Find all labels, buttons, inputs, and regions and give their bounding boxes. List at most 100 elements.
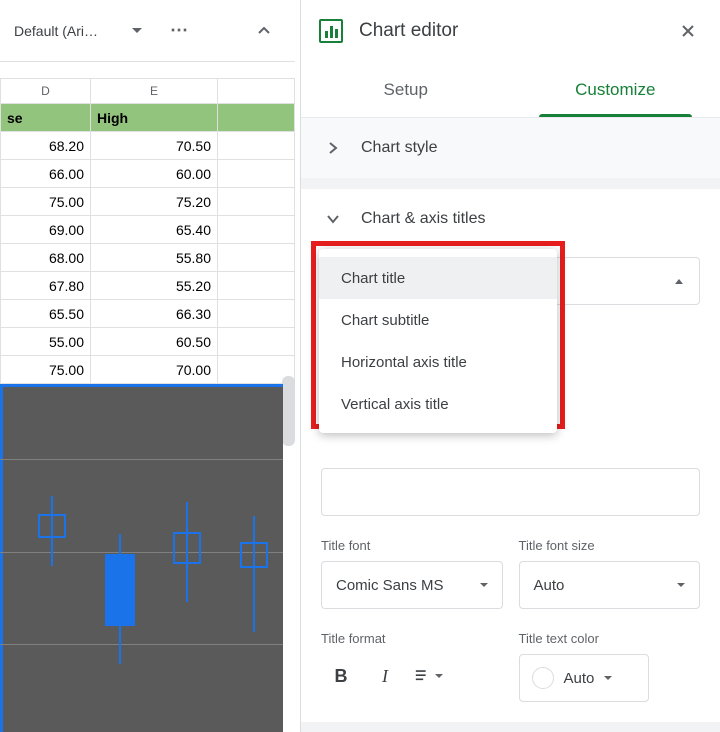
dropdown-caret-icon (480, 583, 488, 587)
chevron-down-icon (323, 212, 343, 226)
cell[interactable] (218, 328, 295, 356)
cell[interactable]: 70.50 (91, 132, 218, 160)
cell[interactable]: se (0, 104, 91, 132)
table-header-row: se High (0, 104, 295, 132)
section-label: Chart & axis titles (361, 210, 485, 228)
tab-setup[interactable]: Setup (301, 62, 511, 117)
section-chart-axis-titles: Chart & axis titles Chart title Chart ti… (301, 189, 720, 723)
candlestick-wick (119, 534, 121, 664)
field-label-title-format: Title format (321, 631, 503, 646)
title-font-size-select[interactable]: Auto (519, 561, 701, 609)
format-align-button[interactable] (409, 654, 449, 698)
candlestick-wick (186, 502, 188, 602)
section-header-chart-style[interactable]: Chart style (301, 118, 720, 178)
table-row: 75.0070.00 (0, 356, 295, 384)
title-font-select[interactable]: Comic Sans MS (321, 561, 503, 609)
column-header[interactable]: D (0, 78, 91, 104)
section-header-chart-axis-titles[interactable]: Chart & axis titles (301, 189, 720, 249)
cell[interactable]: 65.50 (0, 300, 91, 328)
cell[interactable]: 60.00 (91, 160, 218, 188)
table-row: 69.0065.40 (0, 216, 295, 244)
section-chart-style: Chart style (301, 118, 720, 179)
chart-gridline (0, 459, 283, 460)
candlestick-wick (51, 496, 53, 566)
dropdown-caret-icon (435, 674, 443, 678)
embedded-chart[interactable] (0, 384, 283, 732)
format-bold-button[interactable]: B (321, 654, 361, 698)
cell[interactable] (218, 104, 295, 132)
chart-selection-border (0, 384, 283, 387)
toolbar-more-button[interactable]: ⋯ (164, 16, 194, 46)
dropdown-caret-icon (132, 28, 142, 33)
dropdown-option-horizontal-axis-title[interactable]: Horizontal axis title (319, 341, 557, 383)
title-text-color-value: Auto (564, 670, 595, 687)
toolbar-collapse-button[interactable] (249, 16, 279, 46)
field-label-title-font-size: Title font size (519, 538, 701, 553)
cell[interactable] (218, 244, 295, 272)
cell[interactable]: 69.00 (0, 216, 91, 244)
table-row: 75.0075.20 (0, 188, 295, 216)
cell[interactable]: 75.20 (91, 188, 218, 216)
table-row: 67.8055.20 (0, 272, 295, 300)
cell[interactable]: 68.00 (0, 244, 91, 272)
title-font-size-value: Auto (534, 577, 565, 594)
cell[interactable]: 67.80 (0, 272, 91, 300)
color-swatch-icon (532, 667, 554, 689)
chevron-right-icon (323, 142, 343, 154)
cell[interactable]: 75.00 (0, 356, 91, 384)
column-header[interactable] (218, 78, 295, 104)
chart-selection-border (0, 384, 3, 732)
table-row: 68.2070.50 (0, 132, 295, 160)
caret-up-icon (675, 279, 683, 284)
spreadsheet-grid[interactable]: D E se High 68.2070.50 66.0060.00 75.007… (0, 78, 295, 384)
cell[interactable]: 55.20 (91, 272, 218, 300)
font-family-selector[interactable]: Default (Ari… (6, 16, 150, 46)
toolbar: Default (Ari… ⋯ (0, 0, 295, 62)
cell[interactable]: 75.00 (0, 188, 91, 216)
title-type-dropdown: Chart title Chart subtitle Horizontal ax… (319, 249, 557, 433)
title-font-value: Comic Sans MS (336, 577, 444, 594)
dropdown-caret-icon (604, 676, 612, 680)
align-icon (415, 667, 433, 685)
cell[interactable] (218, 216, 295, 244)
table-row: 66.0060.00 (0, 160, 295, 188)
section-label: Chart style (361, 139, 437, 157)
cell[interactable]: 70.00 (91, 356, 218, 384)
title-text-color-select[interactable]: Auto (519, 654, 649, 702)
vertical-scrollbar[interactable] (282, 376, 295, 446)
tab-customize[interactable]: Customize (511, 62, 720, 117)
cell[interactable] (218, 188, 295, 216)
cell[interactable]: 60.50 (91, 328, 218, 356)
panel-body: Chart style Chart & axis titles Chart ti… (301, 118, 720, 732)
table-row: 65.5066.30 (0, 300, 295, 328)
dropdown-option-chart-subtitle[interactable]: Chart subtitle (319, 299, 557, 341)
column-header[interactable]: E (91, 78, 218, 104)
cell[interactable] (218, 160, 295, 188)
panel-title: Chart editor (359, 20, 674, 42)
cell[interactable]: 55.00 (0, 328, 91, 356)
section-content: Chart title Chart title Chart subtitle H… (301, 257, 720, 722)
cell[interactable]: High (91, 104, 218, 132)
cell[interactable]: 68.20 (0, 132, 91, 160)
chart-editor-panel: Chart editor Setup Customize Chart style… (300, 0, 720, 732)
cell[interactable]: 66.30 (91, 300, 218, 328)
chart-logo-icon (319, 19, 343, 43)
cell[interactable]: 65.40 (91, 216, 218, 244)
field-label-title-text-color: Title text color (519, 631, 701, 646)
cell[interactable] (218, 300, 295, 328)
title-text-input[interactable] (321, 468, 700, 516)
cell[interactable] (218, 272, 295, 300)
cell[interactable] (218, 132, 295, 160)
title-format-group: B I (321, 654, 503, 698)
cell[interactable]: 66.00 (0, 160, 91, 188)
dropdown-option-vertical-axis-title[interactable]: Vertical axis title (319, 383, 557, 425)
panel-header: Chart editor (301, 0, 720, 62)
chevron-up-icon (256, 23, 272, 39)
title-type-select-wrap: Chart title Chart title Chart subtitle H… (321, 257, 700, 305)
close-panel-button[interactable] (674, 17, 702, 45)
cell[interactable]: 55.80 (91, 244, 218, 272)
close-icon (680, 23, 696, 39)
format-italic-button[interactable]: I (365, 654, 405, 698)
dropdown-option-chart-title[interactable]: Chart title (319, 257, 557, 299)
chart-gridline (0, 644, 283, 645)
